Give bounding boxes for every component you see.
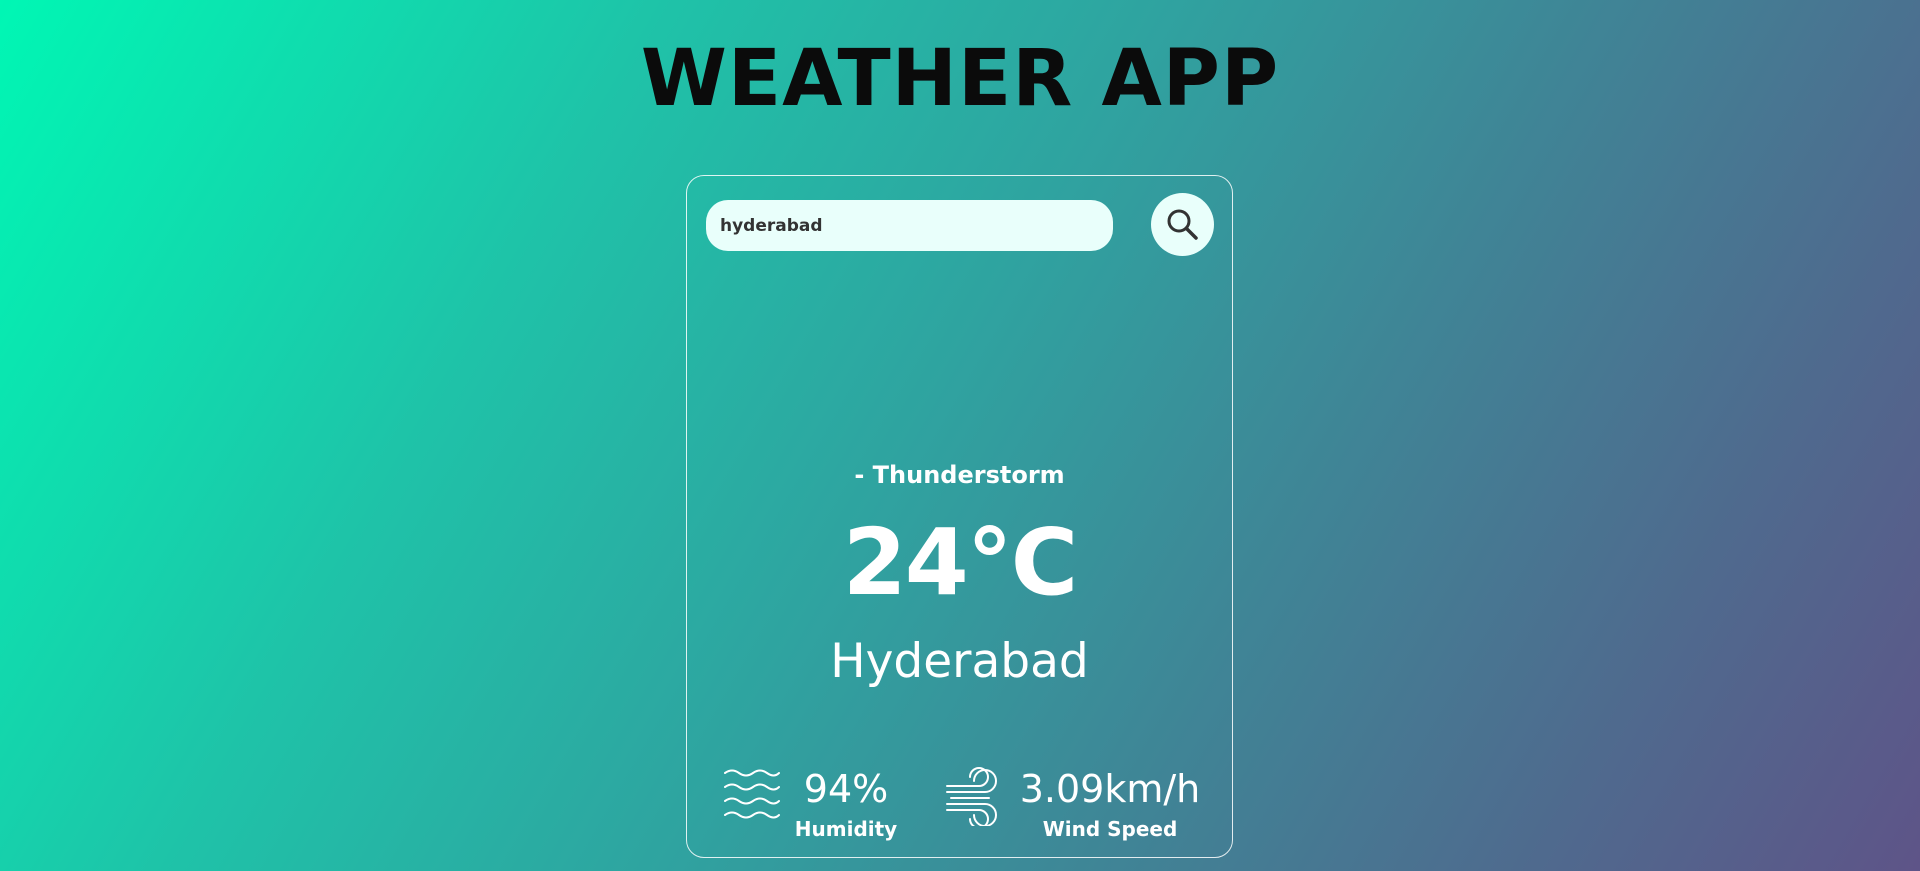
wind-label: Wind Speed xyxy=(1042,817,1178,841)
city-name: Hyderabad xyxy=(830,634,1089,689)
app-title: WEATHER APP xyxy=(640,34,1280,124)
search-input[interactable] xyxy=(706,200,1113,251)
wind-icon xyxy=(946,767,997,826)
search-button[interactable] xyxy=(1151,193,1214,256)
temperature: 24°C xyxy=(842,509,1079,616)
humidity-stat: 94% Humidity xyxy=(723,766,923,846)
humidity-label: Humidity xyxy=(794,817,898,841)
humidity-waves-icon xyxy=(724,769,780,819)
humidity-value: 94% xyxy=(803,767,889,811)
weather-card: - Thunderstorm 24°C Hyderabad 94% Humidi… xyxy=(686,175,1233,858)
wind-value: 3.09km/h xyxy=(1019,767,1201,811)
weather-condition: - Thunderstorm xyxy=(854,461,1065,489)
wind-stat: 3.09km/h Wind Speed xyxy=(945,766,1215,846)
search-icon xyxy=(1167,209,1198,240)
